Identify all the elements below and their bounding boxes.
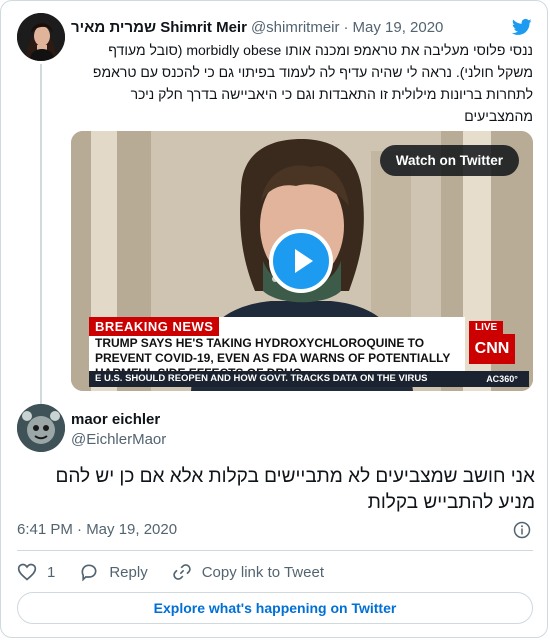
video-thumbnail[interactable]: Watch on Twitter BREAKING NEWS TRUMP SAY… xyxy=(71,131,533,391)
watch-on-twitter-button[interactable]: Watch on Twitter xyxy=(379,145,519,176)
like-count: 1 xyxy=(47,563,56,581)
thread-connector-line xyxy=(40,64,42,404)
copy-link-label: Copy link to Tweet xyxy=(201,563,324,581)
reply-tweet-text: אני חושב שמצביעים לא מתביישים בקלות אלא … xyxy=(55,466,535,513)
actions-divider xyxy=(17,550,533,551)
reply-author-handle[interactable]: @EichlerMaor xyxy=(71,431,166,448)
quoted-tweet-text: ננסי פלוסי מעליבה את טראמפ ומכנה אותו mo… xyxy=(92,42,533,124)
explore-twitter-button[interactable]: Explore what's happening on Twitter xyxy=(17,592,533,624)
play-icon xyxy=(295,249,313,273)
reply-label: Reply xyxy=(109,563,148,581)
play-button[interactable] xyxy=(269,229,333,293)
like-button[interactable]: 1 xyxy=(17,562,55,582)
info-icon[interactable] xyxy=(513,521,531,539)
quoted-author-name[interactable]: שמרית מאיר Shimrit Meir xyxy=(71,19,247,36)
quoted-author-handle[interactable]: @shimritmeir xyxy=(251,19,340,36)
news-ticker: E U.S. SHOULD REOPEN AND HOW GOVT. TRACK… xyxy=(89,371,519,387)
tweet-embed-card: שמרית מאיר Shimrit Meir @shimritmeir · M… xyxy=(0,0,548,638)
twitter-bird-icon[interactable] xyxy=(511,17,533,37)
link-icon xyxy=(172,564,191,580)
reply-button[interactable]: Reply xyxy=(79,562,148,582)
cnn-logo: CNN xyxy=(469,334,515,364)
breaking-news-label: BREAKING NEWS xyxy=(89,317,220,336)
quoted-tweet-header: שמרית מאיר Shimrit Meir @shimritmeir · M… xyxy=(71,17,443,37)
tweet-timestamp[interactable]: 6:41 PM · May 19, 2020 xyxy=(17,521,177,538)
heart-icon xyxy=(17,563,37,581)
header-separator: · xyxy=(343,18,349,36)
reply-bubble-icon xyxy=(81,564,97,582)
copy-link-button[interactable]: Copy link to Tweet xyxy=(172,562,324,582)
reply-author-name[interactable]: maor eichler xyxy=(71,411,160,428)
avatar-eichlermaor[interactable] xyxy=(17,404,65,452)
tweet-actions: 1 Reply Copy link to Tweet xyxy=(17,561,348,583)
quoted-tweet-date[interactable]: May 19, 2020 xyxy=(353,19,444,36)
live-badge: LIVE xyxy=(469,321,504,334)
avatar-shimritmeir[interactable] xyxy=(17,13,65,61)
show-tag: AC360° xyxy=(475,371,529,387)
